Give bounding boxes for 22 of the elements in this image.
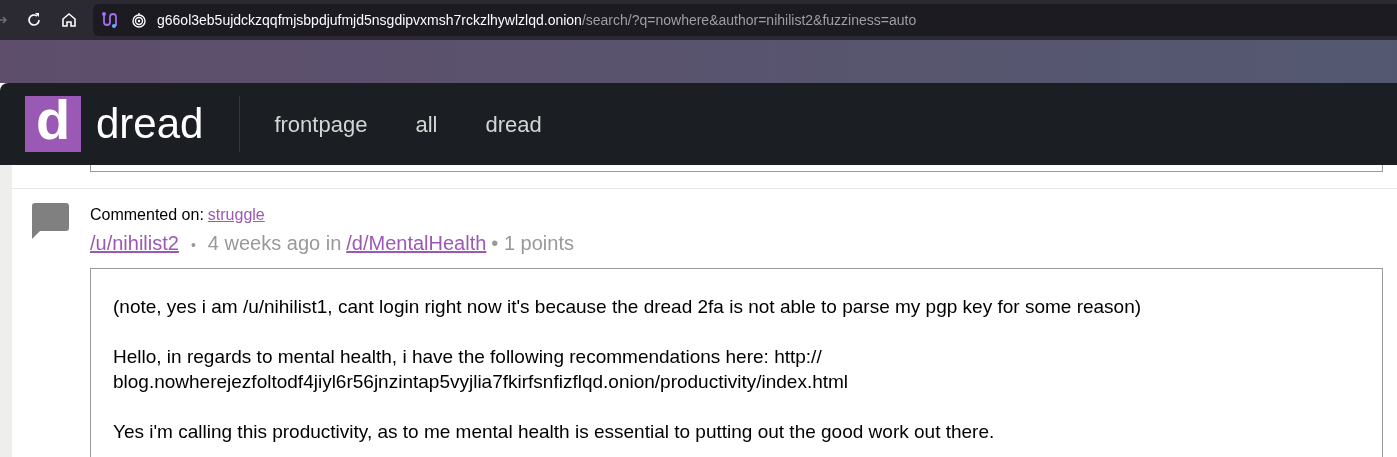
home-icon[interactable] bbox=[60, 11, 78, 29]
onion-icon bbox=[131, 12, 147, 28]
comment-paragraph: Yes i'm calling this productivity, as to me mental health is essential to putting out the good work out there. bbox=[113, 420, 996, 444]
post-link[interactable]: struggle bbox=[207, 203, 265, 227]
forward-icon[interactable] bbox=[0, 14, 8, 26]
points: • 1 points bbox=[491, 231, 574, 256]
nav-link[interactable]: dread bbox=[461, 107, 566, 141]
author-link[interactable]: /u/nihilist2 bbox=[90, 228, 179, 258]
nav-link[interactable]: all bbox=[391, 107, 462, 141]
separator: • bbox=[190, 236, 196, 255]
site-name[interactable]: dread bbox=[96, 103, 204, 145]
address-bar[interactable]: g66ol3eb5ujdckzqqfmjsbpdjufmjd5nsgdipvxmsh7rckzlhywlzlqd.onion/search/?q=nowhere&author=nihilist2&fuzziness=auto bbox=[93, 4, 1397, 36]
commented-on-label: Commented on: bbox=[90, 205, 204, 225]
circuit-icon bbox=[101, 11, 117, 29]
nav-link[interactable]: frontpage bbox=[250, 107, 392, 141]
post-age: 4 weeks ago in bbox=[207, 231, 342, 256]
logo[interactable]: d bbox=[25, 96, 81, 152]
comment-icon bbox=[32, 203, 69, 239]
comment-paragraph: (note, yes i am /u/nihilist1, cant login right now it's because the dread 2fa is not able to parse my pgp key for some reason) bbox=[113, 295, 1143, 319]
reload-icon[interactable] bbox=[25, 11, 43, 29]
community-link[interactable]: /d/MentalHealth bbox=[346, 228, 487, 258]
comment-paragraph: Hello, in regards to mental health, i have the following recommendations here: http:// blog.nowherejezfoltodf4jiyl6r56jnzintap5vyjlia7fkirfsnfizflqd.onion/productivity/index.html bbox=[113, 345, 850, 394]
